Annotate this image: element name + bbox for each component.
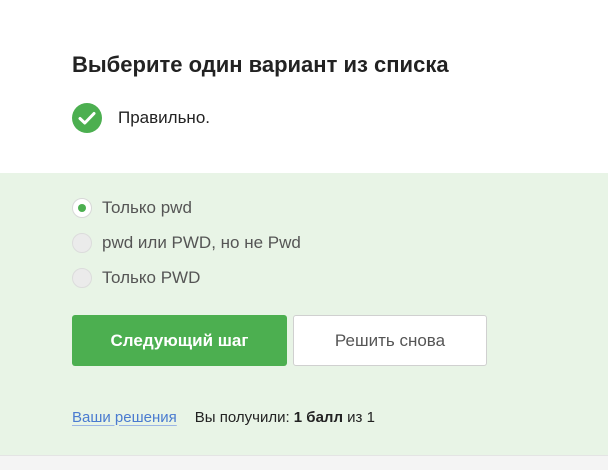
option-only-pwd[interactable]: Только pwd [72,196,192,220]
score-text: Вы получили: 1 балл из 1 [195,409,375,426]
score-value: 1 балл [293,408,343,426]
solve-again-button[interactable]: Решить снова [293,315,487,366]
submission-footer: Ваши решения Вы получили: 1 балл из 1 [72,406,375,428]
option-only-PWD[interactable]: Только PWD [72,266,200,290]
radio-dot [78,204,86,212]
radio-unselected[interactable] [72,233,92,253]
status-text: Правильно. [118,108,210,127]
option-label: Только pwd [102,198,192,217]
option-label: pwd или PWD, но не Pwd [102,233,301,252]
radio-unselected[interactable] [72,268,92,288]
your-solutions-link[interactable]: Ваши решения [72,409,177,426]
score-prefix: Вы получили: [194,408,290,426]
answer-status: Правильно. [72,103,210,133]
radio-selected[interactable] [72,198,92,218]
next-step-button[interactable]: Следующий шаг [72,315,287,366]
score-suffix: из 1 [347,408,375,426]
check-circle-icon [72,103,102,133]
answer-panel: Только pwd pwd или PWD, но не Pwd Только… [0,173,608,455]
bottom-divider [0,455,608,470]
question-title: Выберите один вариант из списка [72,52,449,77]
option-label: Только PWD [102,268,201,287]
option-pwd-or-PWD[interactable]: pwd или PWD, но не Pwd [72,231,301,255]
